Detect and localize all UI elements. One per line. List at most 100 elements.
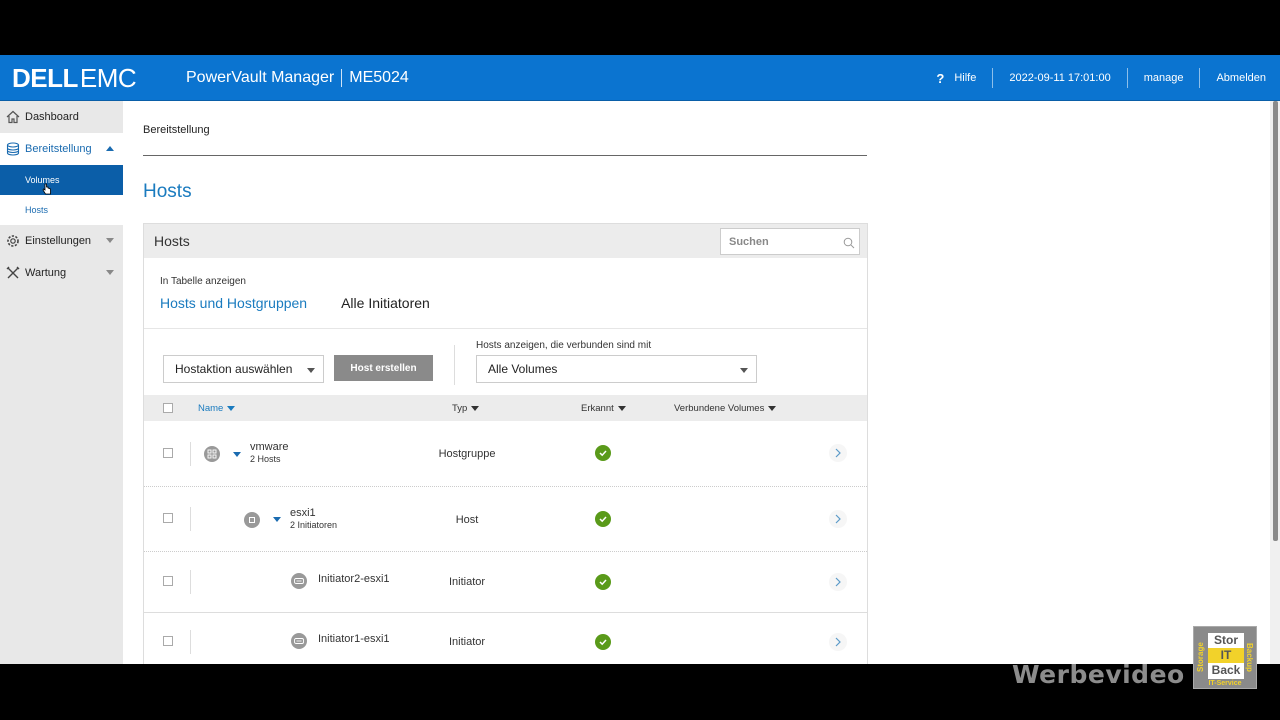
logo-dell: DELL <box>12 62 78 93</box>
sidebar-item-bereitstellung[interactable]: Bereitstellung <box>0 133 123 165</box>
row-checkbox[interactable] <box>163 636 173 646</box>
sidebar-subitem-volumes[interactable]: Volumes <box>0 165 123 195</box>
row-subtitle: 2 Initiatoren <box>290 520 338 530</box>
check-icon <box>595 574 611 590</box>
hosts-panel: Hosts In Tabelle anzeigen Hosts und Host… <box>143 223 868 664</box>
host-action-select[interactable]: Hostaktion auswählen <box>163 355 324 383</box>
row-checkbox[interactable] <box>163 576 173 586</box>
create-host-button[interactable]: Host erstellen <box>334 355 433 381</box>
column-header-type[interactable]: Typ <box>452 403 480 414</box>
row-name: Initiator2-esxi1 <box>318 573 390 585</box>
expand-caret-icon[interactable] <box>273 517 281 522</box>
sidebar-subitem-label: Hosts <box>25 205 49 215</box>
host-group-icon <box>204 446 220 462</box>
row-separator <box>190 630 191 654</box>
sidebar-item-label: Wartung <box>25 267 67 279</box>
row-name: esxi1 <box>290 507 316 519</box>
sort-icon <box>471 406 480 411</box>
datetime: 2022-09-11 17:01:00 <box>993 68 1128 88</box>
check-icon <box>595 634 611 650</box>
row-type: Initiator <box>448 636 486 648</box>
connected-volumes-select[interactable]: Alle Volumes <box>476 355 757 383</box>
sidebar-item-label: Bereitstellung <box>25 143 92 155</box>
search-box <box>720 228 860 255</box>
table-row[interactable]: Initiator2-esxi1 Initiator <box>144 552 867 613</box>
host-action-value: Hostaktion auswählen <box>175 362 293 376</box>
tab-hosts-and-hostgroups[interactable]: Hosts und Hostgruppen <box>160 295 307 311</box>
column-header-connected-volumes[interactable]: Verbundene Volumes <box>674 403 777 414</box>
initiator-icon <box>291 633 307 649</box>
search-icon[interactable] <box>843 236 855 254</box>
column-label: Typ <box>452 403 468 414</box>
mouse-cursor-icon <box>42 182 52 200</box>
badge-right-text: Backup <box>1245 642 1254 672</box>
chevron-down-icon <box>307 368 315 373</box>
select-all-checkbox[interactable] <box>163 403 173 413</box>
caret-up-icon <box>106 146 114 151</box>
chevron-right-icon[interactable] <box>829 633 847 651</box>
watermark-text: Werbevideo <box>1012 660 1185 689</box>
page-title: Hosts <box>143 181 192 202</box>
row-type: Host <box>455 514 479 526</box>
chevron-right-icon[interactable] <box>829 510 847 528</box>
column-header-discovered[interactable]: Erkannt <box>581 403 626 414</box>
table-row[interactable]: vmware 2 Hosts Hostgruppe <box>144 421 867 487</box>
row-separator <box>190 507 191 531</box>
top-bar: DELL EMC PowerVault Manager ME5024 ? Hilf… <box>0 55 1280 101</box>
row-checkbox[interactable] <box>163 513 173 523</box>
row-name: Initiator1-esxi1 <box>318 633 390 645</box>
help-label: Hilfe <box>954 72 977 84</box>
sidebar-item-label: Einstellungen <box>25 235 92 247</box>
check-icon <box>595 511 611 527</box>
dell-emc-logo: DELL EMC <box>12 62 137 93</box>
badge-left-text: Storage <box>1196 642 1205 672</box>
storitback-logo: Storage Stor IT Back Backup IT-Service <box>1193 626 1257 689</box>
sidebar-item-wartung[interactable]: Wartung <box>0 257 123 289</box>
badge-line2: IT <box>1208 648 1244 663</box>
app-name: PowerVault Manager <box>186 69 335 87</box>
chevron-right-icon[interactable] <box>829 573 847 591</box>
logo-emc: EMC <box>79 62 137 93</box>
show-in-table-label: In Tabelle anzeigen <box>160 276 246 287</box>
badge-line3: Back <box>1211 663 1241 677</box>
panel-title: Hosts <box>154 233 190 249</box>
badge-center: Stor IT Back <box>1208 633 1244 679</box>
table-row[interactable]: esxi1 2 Initiatoren Host <box>144 487 867 552</box>
breadcrumb[interactable]: Bereitstellung <box>143 124 210 136</box>
row-separator <box>190 570 191 594</box>
app-window: DELL EMC PowerVault Manager ME5024 ? Hilf… <box>0 55 1280 664</box>
search-input[interactable] <box>721 229 831 254</box>
sidebar: Dashboard Bereitstellung Volumes Hosts E… <box>0 101 123 664</box>
scrollbar-thumb[interactable] <box>1273 101 1278 541</box>
sidebar-subitem-hosts[interactable]: Hosts <box>0 195 123 225</box>
table-row[interactable]: Initiator1-esxi1 Initiator <box>144 613 867 664</box>
expand-caret-icon[interactable] <box>233 452 241 457</box>
sidebar-item-dashboard[interactable]: Dashboard <box>0 101 123 133</box>
user-menu[interactable]: manage <box>1128 68 1201 88</box>
row-name: vmware <box>250 441 289 453</box>
table-header: Name Typ Erkannt Verbundene Volumes <box>144 395 867 421</box>
caret-down-icon <box>106 270 114 275</box>
table-view-tabs: Hosts und Hostgruppen Alle Initiatoren <box>160 295 464 311</box>
row-checkbox[interactable] <box>163 448 173 458</box>
row-type: Hostgruppe <box>438 448 496 460</box>
check-icon <box>595 445 611 461</box>
badge-line1: Stor <box>1214 633 1238 647</box>
page-scrollbar[interactable] <box>1270 101 1280 664</box>
connected-volumes-value: Alle Volumes <box>488 362 558 376</box>
sidebar-item-einstellungen[interactable]: Einstellungen <box>0 225 123 257</box>
logout-link[interactable]: Abmelden <box>1200 68 1280 88</box>
column-label: Name <box>198 403 224 414</box>
column-header-name[interactable]: Name <box>198 403 236 414</box>
host-icon <box>244 512 260 528</box>
tab-all-initiators[interactable]: Alle Initiatoren <box>341 295 430 311</box>
chevron-right-icon[interactable] <box>829 444 847 462</box>
home-icon <box>6 110 20 124</box>
app-title: PowerVault Manager ME5024 <box>186 69 409 87</box>
sidebar-item-label: Dashboard <box>25 111 79 123</box>
column-label: Verbundene Volumes <box>674 403 765 414</box>
help-link[interactable]: ? Hilfe <box>920 68 994 88</box>
model-name: ME5024 <box>349 69 409 87</box>
main-content: Bereitstellung Hosts Hosts In Tabelle an… <box>123 101 1270 664</box>
tools-icon <box>6 266 20 280</box>
